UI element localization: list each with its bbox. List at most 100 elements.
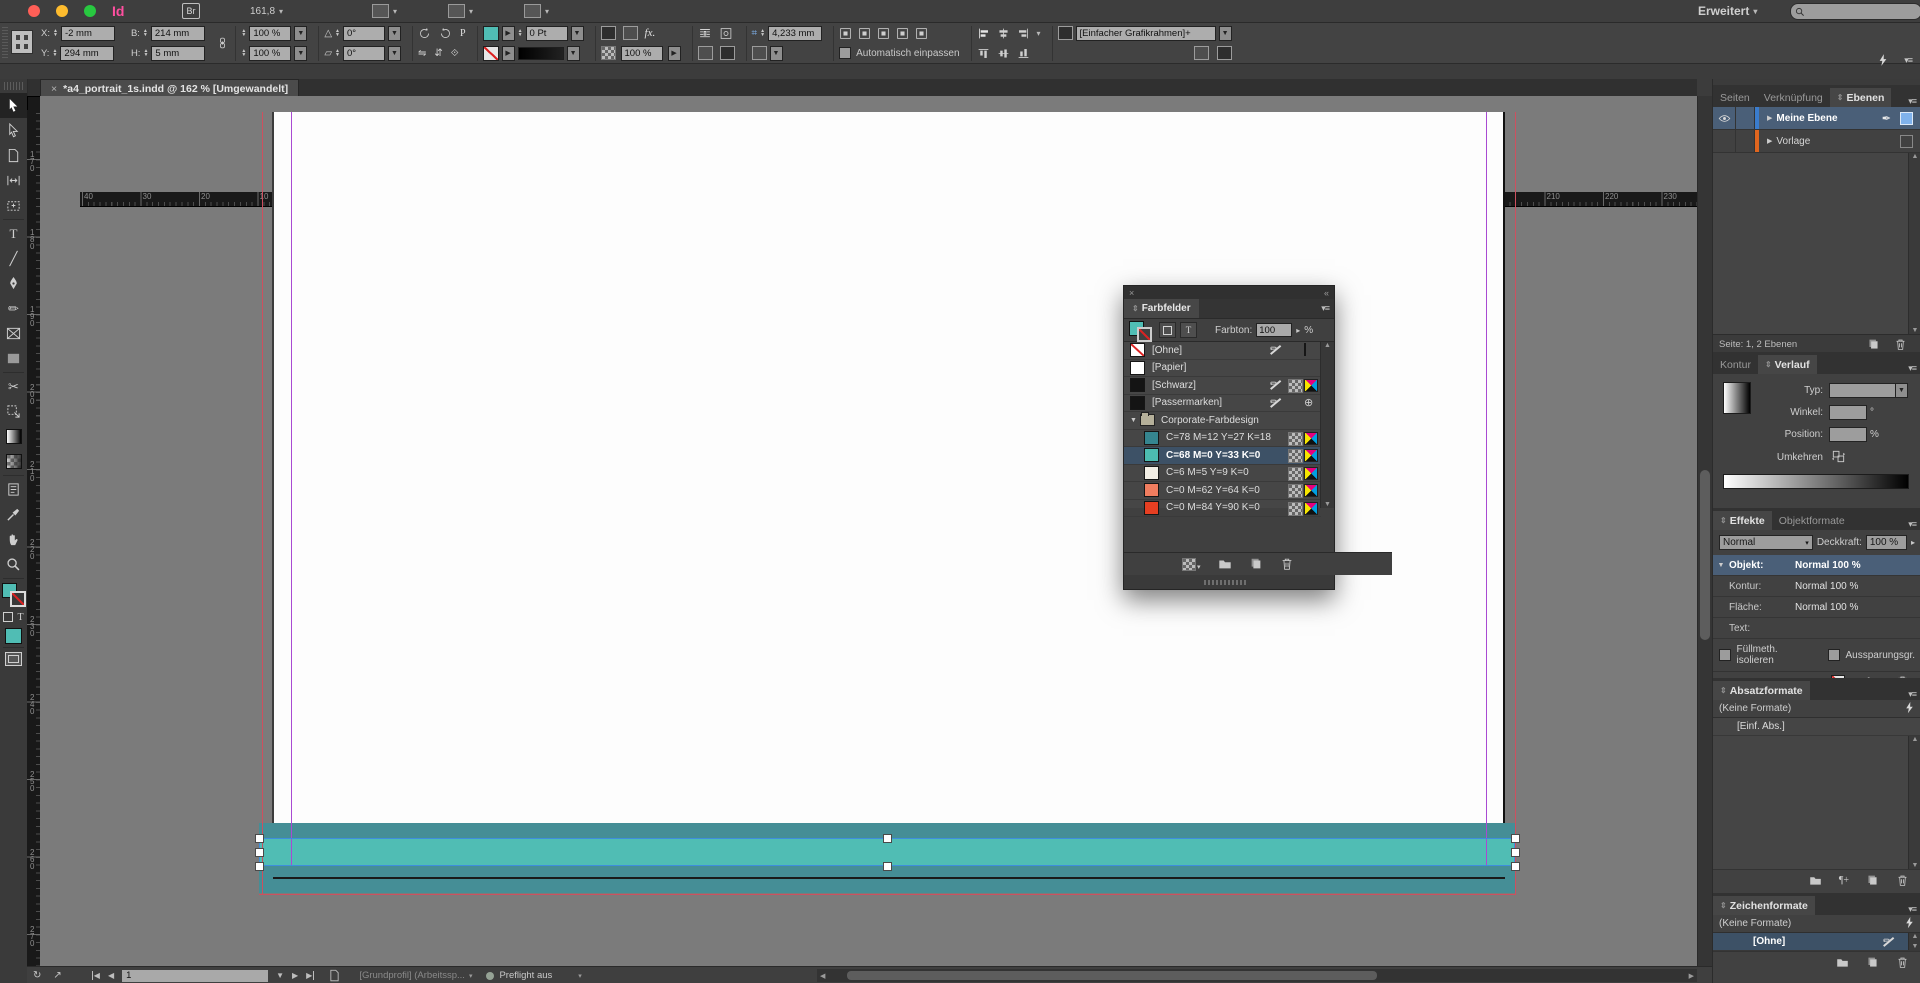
tint-input[interactable] [1256, 323, 1292, 337]
corner-shape-icon[interactable] [752, 46, 767, 60]
gradient-ramp[interactable] [1723, 474, 1909, 489]
gradient-tool[interactable] [0, 424, 27, 449]
new-style-button[interactable] [1866, 874, 1879, 887]
align-more-dropdown[interactable]: ▾ [1037, 29, 1041, 38]
panel-menu-icon[interactable]: ▾≡ [1903, 96, 1920, 107]
scroll-up-icon[interactable]: ▲ [1912, 933, 1919, 940]
distribute-center-icon[interactable] [997, 47, 1010, 60]
scale-x-stepper[interactable]: ▲▼ [241, 29, 246, 37]
tab-seiten[interactable]: Seiten [1713, 88, 1757, 107]
quick-apply-icon[interactable] [1904, 916, 1915, 932]
swatch-row[interactable]: ▼ [Schwarz] ✏ ⊕ [1124, 377, 1321, 395]
swatch-row[interactable]: ▼ C=0 M=62 Y=64 K=0 ✏ ⊕ [1124, 482, 1321, 500]
panel-menu-icon[interactable]: ▾≡ [1903, 363, 1920, 374]
opacity-field[interactable]: 100 % [1866, 535, 1907, 550]
no-text-wrap-icon[interactable] [698, 27, 712, 40]
swatches-scrollbar[interactable]: ▲ ▼ [1320, 342, 1334, 508]
formatting-container-icon[interactable] [3, 612, 13, 622]
note-tool[interactable] [0, 477, 27, 502]
rotate-ccw-icon[interactable] [439, 27, 452, 40]
twirl-right-icon[interactable]: ▶ [1767, 137, 1772, 145]
scale-y-field[interactable]: 100 % [249, 46, 291, 61]
page-tool[interactable] [0, 143, 27, 168]
rectangle-tool[interactable] [0, 346, 27, 371]
horizontal-scroll-thumb[interactable] [847, 971, 1377, 980]
hand-tool[interactable] [0, 527, 27, 552]
selection-handle-top-right[interactable] [1511, 834, 1520, 843]
style-break-link-icon[interactable] [1217, 46, 1232, 60]
swatches-resize-bar[interactable] [1124, 575, 1334, 589]
gradient-type-dropdown[interactable]: ▼ [1895, 383, 1908, 398]
effects-target-row[interactable]: ▼ Fläche: Normal 100 % [1713, 597, 1920, 618]
panel-menu-icon[interactable]: ▾≡ [1903, 689, 1920, 700]
panel-menu-icon[interactable]: ▾≡ [1903, 904, 1920, 915]
selection-handle-bottom-right[interactable] [1511, 862, 1520, 871]
height-field[interactable]: 5 mm [151, 46, 205, 61]
stroke-weight-dropdown[interactable]: ▼ [571, 26, 584, 41]
margin-guide-right[interactable] [1486, 112, 1487, 866]
reference-point-proxy[interactable] [12, 31, 32, 53]
stroke-style-preview[interactable] [518, 47, 564, 60]
new-swatch-button[interactable] [1249, 557, 1263, 571]
type-tool[interactable]: T [0, 221, 27, 246]
panel-grip[interactable] [2, 27, 8, 59]
content-collector-tool[interactable] [0, 193, 27, 218]
scroll-down-icon[interactable]: ▼ [1912, 862, 1919, 869]
selection-tool[interactable] [0, 93, 27, 118]
selection-handle-bottom-left[interactable] [255, 862, 264, 871]
twirl-right-icon[interactable]: ▶ [1767, 114, 1772, 122]
delete-style-button[interactable] [1896, 956, 1909, 969]
delete-style-button[interactable] [1896, 874, 1909, 887]
pen-tool[interactable] [0, 271, 27, 296]
flip-vertical-icon[interactable]: ⇵ [434, 48, 442, 59]
opacity-slider-icon[interactable]: ▸ [1911, 538, 1915, 547]
tab-kontur[interactable]: Kontur [1713, 355, 1758, 374]
rotate-cw-icon[interactable] [418, 27, 431, 40]
selection-handle-bottom-center[interactable] [883, 862, 892, 871]
document-tab[interactable]: × *a4_portrait_1s.indd @ 162 % [Umgewand… [40, 79, 299, 97]
preflight-profile-label[interactable]: [Grundprofil] (Arbeitssp... [359, 970, 465, 981]
tools-grip[interactable] [4, 82, 23, 90]
fit-content-icon[interactable] [839, 27, 852, 40]
swatch-row[interactable]: ▼ [Passermarken] ✏ ⊕ [1124, 395, 1321, 413]
preflight-doc-icon[interactable] [328, 969, 341, 982]
layer-row[interactable]: ▶ Vorlage ✒ [1713, 130, 1920, 153]
screen-mode-button[interactable] [5, 652, 22, 666]
style-row[interactable]: [Einf. Abs.] [1713, 718, 1920, 736]
swatch-views-button[interactable]: ▾ [1182, 558, 1201, 571]
eye-icon[interactable] [1718, 112, 1731, 125]
close-icon[interactable]: × [1129, 288, 1134, 298]
formatting-container-button[interactable] [1159, 322, 1176, 338]
selection-handle-mid-right[interactable] [1511, 848, 1520, 857]
layer-selection-proxy[interactable] [1900, 135, 1913, 148]
free-transform-tool[interactable] [0, 399, 27, 424]
horizontal-scrollbar[interactable]: ◀ ▶ [817, 969, 1697, 982]
new-style-button[interactable] [1866, 956, 1879, 969]
delete-layer-button[interactable] [1894, 338, 1907, 351]
apply-color-button[interactable] [5, 628, 22, 644]
flip-horizontal-icon[interactable]: ⇋ [418, 48, 426, 59]
bleed-guide-bottom[interactable] [259, 894, 1516, 895]
angle-field[interactable] [1829, 405, 1867, 420]
chevron-down-icon[interactable]: ▾ [469, 972, 473, 980]
wrap-invert-icon[interactable] [720, 46, 735, 60]
autofit-checkbox[interactable] [839, 47, 851, 59]
swatch-row[interactable]: ▼ C=6 M=5 Y=9 K=0 ✏ ⊕ [1124, 465, 1321, 483]
object-style-icon[interactable] [1058, 26, 1073, 40]
swatch-row[interactable]: ▼ [Ohne] ✏ ⊕ [1124, 342, 1321, 360]
effects-target-row[interactable]: ▼ Text: [1713, 618, 1920, 639]
panel-menu-icon[interactable]: ▾≡ [1316, 303, 1334, 314]
effects-target-row[interactable]: ▼ Kontur: Normal 100 % [1713, 576, 1920, 597]
distribute-bottom-icon[interactable] [1017, 47, 1030, 60]
story-direction-icon[interactable]: P [460, 28, 466, 39]
previous-page-button[interactable]: ◀ [108, 971, 114, 980]
object-style-dropdown[interactable]: ▼ [1219, 26, 1232, 41]
new-layer-button[interactable] [1867, 338, 1880, 351]
opacity-dropdown[interactable]: ▶ [668, 46, 681, 61]
zoom-tool[interactable] [0, 552, 27, 577]
vertical-scrollbar[interactable] [1697, 96, 1713, 966]
scroll-up-icon[interactable]: ▲ [1324, 342, 1331, 349]
layers-scrollbar[interactable]: ▲ ▼ [1908, 153, 1920, 334]
x-field[interactable]: -2 mm [61, 26, 115, 41]
tab-effekte[interactable]: ⇕ Effekte [1713, 511, 1772, 530]
